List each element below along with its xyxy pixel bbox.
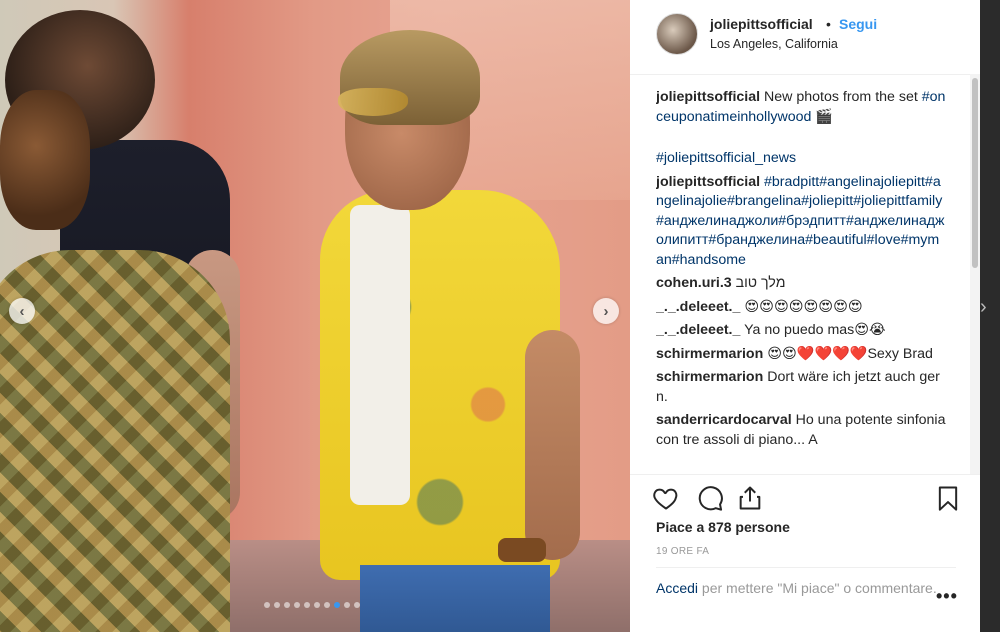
avatar[interactable] bbox=[656, 13, 698, 55]
carousel-dot bbox=[354, 602, 360, 608]
clapperboard-icon: 🎬 bbox=[815, 108, 834, 125]
comment-row: sanderricardocarval Ho una potente sinfo… bbox=[656, 411, 946, 450]
carousel-dot bbox=[294, 602, 300, 608]
comment-text: מלך טוב bbox=[735, 275, 786, 291]
caption-username[interactable]: joliepittsofficial bbox=[656, 89, 760, 105]
post-timestamp: 19 ORE FA bbox=[656, 546, 710, 557]
carousel-next-button[interactable]: › bbox=[593, 298, 619, 324]
photo-main-arm bbox=[525, 330, 580, 560]
photo-main-watch bbox=[498, 538, 546, 562]
carousel-prev-button[interactable]: ‹ bbox=[9, 298, 35, 324]
speech-bubble-icon[interactable] bbox=[696, 484, 724, 512]
carousel-dot bbox=[344, 602, 350, 608]
location-link[interactable]: Los Angeles, California bbox=[710, 37, 838, 51]
carousel-dot bbox=[284, 602, 290, 608]
photo-main-jeans bbox=[360, 565, 550, 632]
share-icon[interactable] bbox=[736, 484, 764, 512]
chevron-left-icon: ‹ bbox=[19, 302, 25, 320]
tags-comment: joliepittsofficial #bradpitt#angelinajol… bbox=[656, 173, 946, 271]
post-header: joliepittsofficial • Segui Los Angeles, … bbox=[630, 0, 980, 75]
post-photo[interactable]: ‹ › bbox=[0, 0, 630, 632]
post-side-panel: joliepittsofficial • Segui Los Angeles, … bbox=[630, 0, 980, 632]
comment-username[interactable]: sanderricardocarval bbox=[656, 412, 792, 428]
comment-row: _._.deleeet._ Ya no puedo mas😍😭 bbox=[656, 321, 946, 341]
login-link[interactable]: Accedi bbox=[656, 580, 698, 596]
comment-text: 😍😍😍😍😍😍😍😍 bbox=[744, 298, 863, 315]
likes-count[interactable]: Piace a 878 persone bbox=[656, 519, 790, 535]
comment-row: schirmermarion 😍😍❤️❤️❤️❤️Sexy Brad bbox=[656, 345, 946, 365]
carousel-dot bbox=[334, 602, 340, 608]
carousel-dot bbox=[314, 602, 320, 608]
background-strip: › bbox=[980, 0, 1000, 632]
comment-username[interactable]: schirmermarion bbox=[656, 346, 763, 362]
chevron-right-icon: › bbox=[980, 296, 987, 318]
heart-icon[interactable] bbox=[652, 484, 680, 512]
caption-text: New photos from the set bbox=[764, 89, 918, 105]
photo-main-sunglasses bbox=[338, 88, 408, 116]
comment-row: schirmermarion Dort wäre ich jetzt auch … bbox=[656, 368, 946, 407]
carousel-indicator bbox=[264, 602, 360, 608]
photo-foreground-head bbox=[0, 90, 90, 230]
carousel-dot bbox=[324, 602, 330, 608]
more-options-icon[interactable]: ••• bbox=[936, 586, 958, 607]
header-separator: • bbox=[826, 16, 831, 32]
follow-button[interactable]: Segui bbox=[839, 16, 877, 32]
comment-username[interactable]: cohen.uri.3 bbox=[656, 275, 732, 291]
caption-hashtag-line: #joliepittsofficial_news bbox=[656, 149, 946, 169]
carousel-dot bbox=[264, 602, 270, 608]
caption-hashtag-2[interactable]: #joliepittsofficial_news bbox=[656, 150, 796, 166]
comments-scrollbar[interactable] bbox=[970, 74, 980, 474]
scrollbar-thumb[interactable] bbox=[972, 78, 978, 268]
bookmark-icon[interactable] bbox=[934, 484, 962, 512]
carousel-dot bbox=[304, 602, 310, 608]
comment-items: cohen.uri.3 מלך טוב _._.deleeet._ 😍😍😍😍😍😍😍… bbox=[656, 274, 946, 450]
comment-row: _._.deleeet._ 😍😍😍😍😍😍😍😍 bbox=[656, 298, 946, 318]
action-bar bbox=[630, 474, 980, 523]
caption: joliepittsofficial New photos from the s… bbox=[656, 88, 946, 127]
comment-username[interactable]: _._.deleeet._ bbox=[656, 299, 740, 315]
photo-main-undershirt bbox=[350, 205, 410, 505]
carousel-dot bbox=[274, 602, 280, 608]
header-username[interactable]: joliepittsofficial bbox=[710, 16, 813, 32]
comment-text: 😍😍❤️❤️❤️❤️Sexy Brad bbox=[767, 345, 933, 362]
chevron-right-icon: › bbox=[603, 302, 609, 320]
comment-username[interactable]: schirmermarion bbox=[656, 369, 763, 385]
comment-login-prompt: Accedi per mettere "Mi piace" o commenta… bbox=[656, 567, 956, 598]
comment-row: cohen.uri.3 מלך טוב bbox=[656, 274, 946, 294]
tags-comment-username[interactable]: joliepittsofficial bbox=[656, 174, 760, 190]
comment-username[interactable]: _._.deleeet._ bbox=[656, 322, 740, 338]
comments-list: joliepittsofficial New photos from the s… bbox=[656, 88, 946, 472]
login-prompt-text: per mettere "Mi piace" o commentare. bbox=[701, 580, 937, 596]
comment-text: Ya no puedo mas😍😭 bbox=[744, 322, 886, 338]
